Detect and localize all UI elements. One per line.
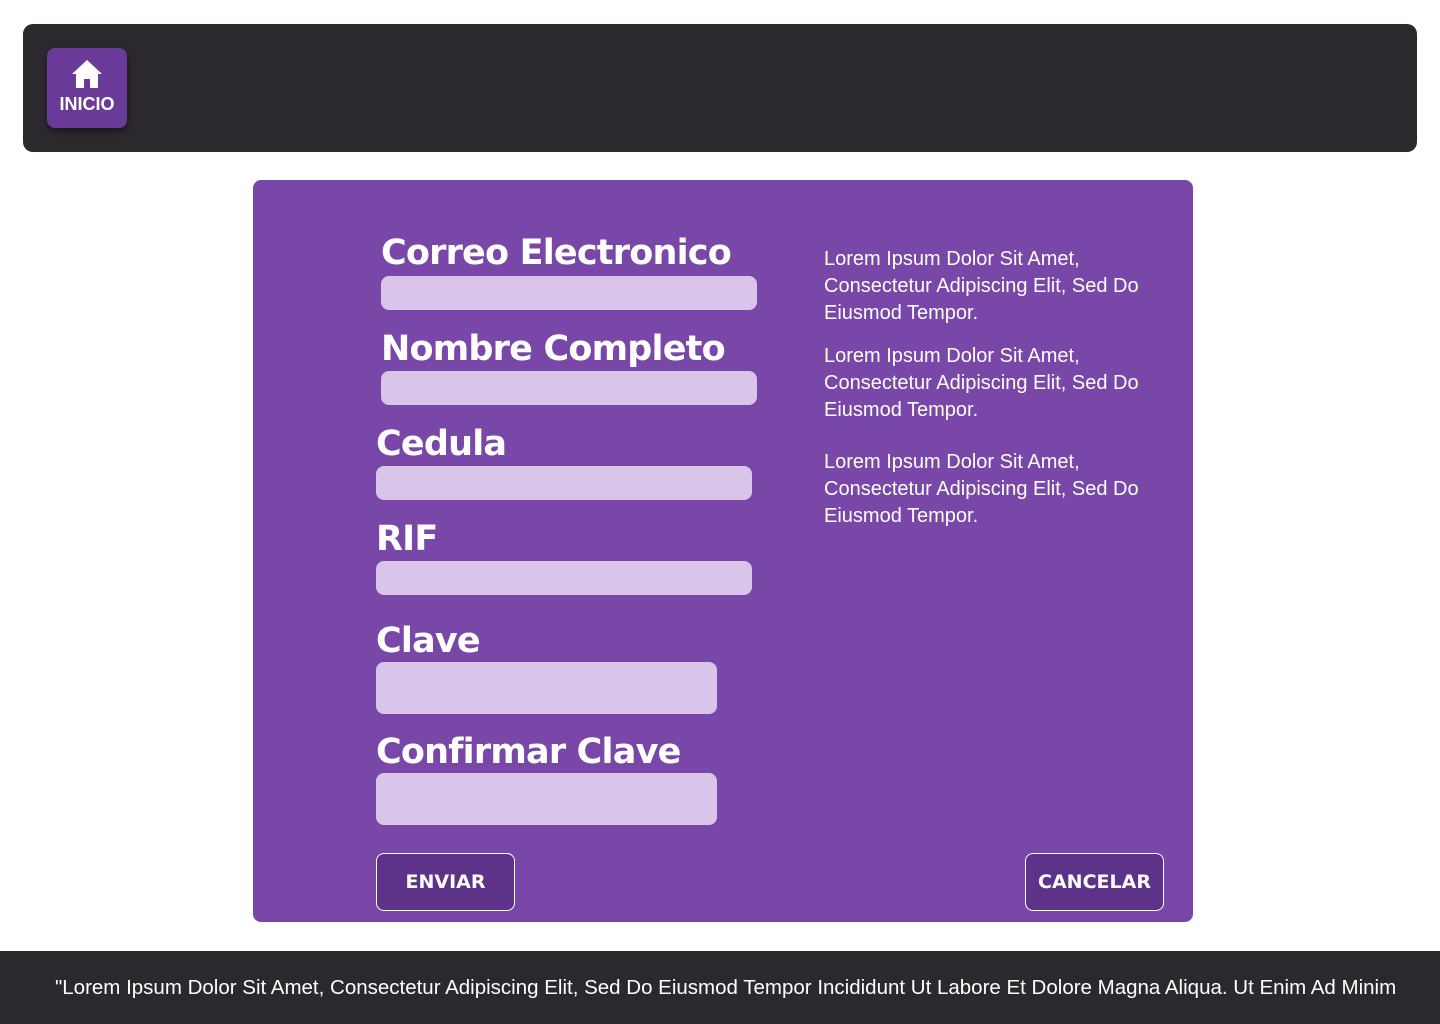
- footer-text: "Lorem Ipsum Dolor Sit Amet, Consectetur…: [55, 976, 1397, 999]
- rif-field[interactable]: [376, 561, 752, 595]
- submit-button[interactable]: ENVIAR: [376, 853, 515, 911]
- full-name-field[interactable]: [381, 371, 757, 405]
- full-name-description: Lorem Ipsum Dolor Sit Amet, Consectetur …: [824, 345, 1139, 421]
- home-icon: [72, 60, 102, 88]
- email-description: Lorem Ipsum Dolor Sit Amet, Consectetur …: [824, 248, 1139, 324]
- password-field[interactable]: [376, 662, 717, 714]
- home-button[interactable]: INICIO: [47, 48, 127, 128]
- email-label: Correo Electronico: [381, 233, 732, 273]
- cancel-button[interactable]: CANCELAR: [1025, 853, 1164, 911]
- top-header: INICIO: [23, 24, 1417, 152]
- password-label: Clave: [376, 621, 481, 661]
- full-name-label: Nombre Completo: [381, 329, 726, 369]
- cedula-label: Cedula: [376, 424, 507, 464]
- cedula-field[interactable]: [376, 466, 752, 500]
- email-field[interactable]: [381, 276, 757, 310]
- rif-label: RIF: [376, 519, 438, 559]
- confirm-password-label: Confirmar Clave: [376, 732, 681, 772]
- registration-form: Correo Electronico Nombre Completo Cedul…: [253, 180, 1193, 922]
- cedula-description: Lorem Ipsum Dolor Sit Amet, Consectetur …: [824, 451, 1139, 527]
- confirm-password-field[interactable]: [376, 773, 717, 825]
- home-button-label: INICIO: [59, 94, 115, 114]
- footer: "Lorem Ipsum Dolor Sit Amet, Consectetur…: [0, 951, 1440, 1024]
